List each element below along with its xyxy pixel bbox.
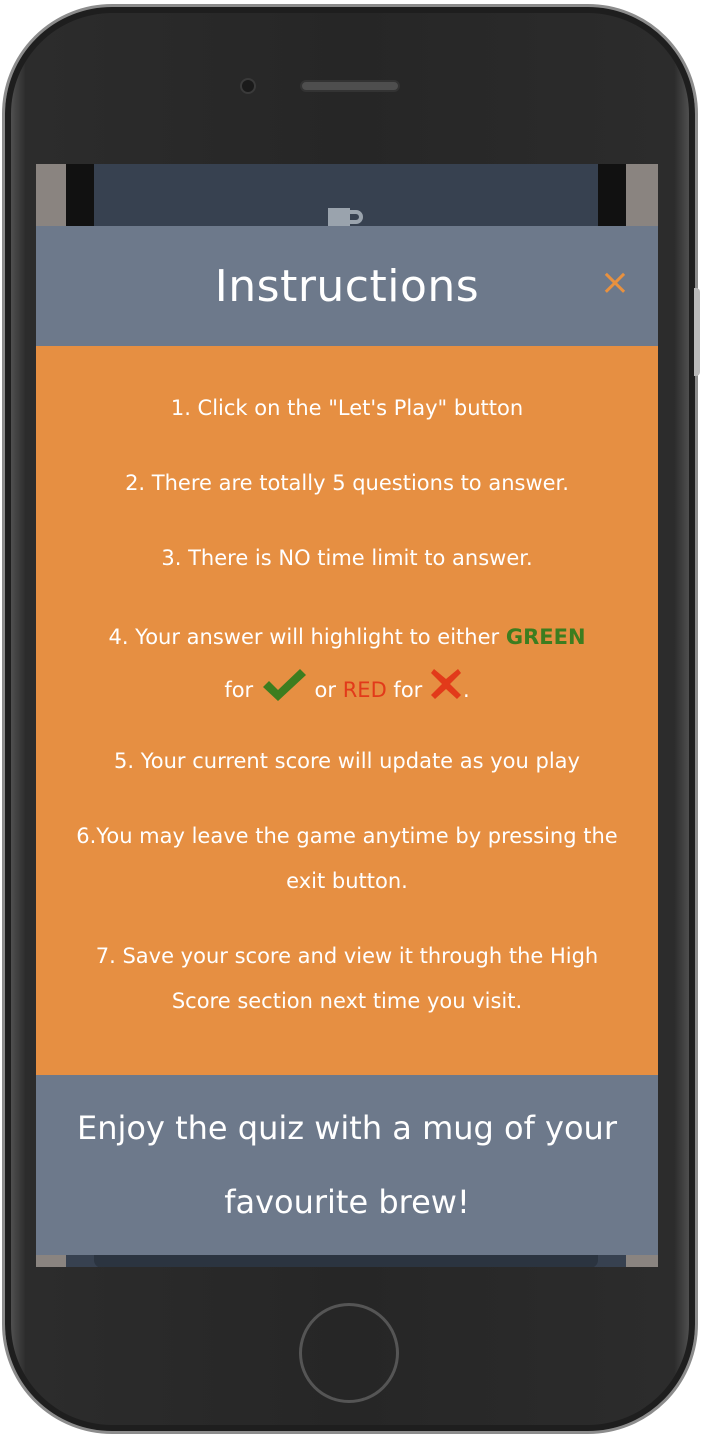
phone-camera bbox=[240, 78, 256, 94]
phone-speaker bbox=[300, 80, 400, 92]
background-bottom-bar bbox=[94, 1254, 598, 1267]
instruction-3: 3. There is NO time limit to answer. bbox=[161, 546, 533, 570]
close-icon[interactable]: × bbox=[598, 265, 632, 301]
background-edge-right bbox=[598, 164, 626, 226]
cross-icon bbox=[430, 669, 461, 699]
instruction-2: 2. There are totally 5 questions to answ… bbox=[125, 471, 569, 495]
instruction-7: 7. Save your score and view it through t… bbox=[95, 944, 599, 1013]
footer-text: Enjoy the quiz with a mug of your favour… bbox=[77, 1109, 617, 1221]
modal-header: Instructions × bbox=[36, 226, 658, 346]
instruction-4-or: or bbox=[307, 678, 343, 702]
instruction-6: 6.You may leave the game anytime by pres… bbox=[76, 824, 618, 893]
instruction-4: 4. Your answer will highlight to either … bbox=[36, 611, 658, 717]
modal-body: 1. Click on the "Let's Play" button 2. T… bbox=[36, 346, 658, 1075]
instruction-1: 1. Click on the "Let's Play" button bbox=[170, 396, 524, 420]
green-label: GREEN bbox=[505, 625, 586, 649]
red-label: RED bbox=[342, 678, 387, 702]
instruction-4-prefix: 4. Your answer will highlight to either bbox=[108, 625, 506, 649]
modal-title: Instructions bbox=[214, 260, 480, 312]
check-icon bbox=[262, 669, 306, 701]
background-edge-left bbox=[66, 164, 94, 226]
instructions-modal: Instructions × 1. Click on the "Let's Pl… bbox=[36, 226, 658, 1255]
instruction-4-for-2: for bbox=[386, 678, 429, 702]
mug-icon bbox=[328, 208, 363, 228]
instruction-4-end: . bbox=[462, 678, 470, 702]
instruction-5: 5. Your current score will update as you… bbox=[114, 749, 580, 773]
phone-side-button bbox=[694, 288, 700, 376]
phone-home-button[interactable] bbox=[299, 1303, 399, 1403]
modal-footer: Enjoy the quiz with a mug of your favour… bbox=[36, 1075, 658, 1255]
screen: Instructions × 1. Click on the "Let's Pl… bbox=[36, 164, 658, 1267]
instruction-4-for-1: for bbox=[224, 678, 260, 702]
